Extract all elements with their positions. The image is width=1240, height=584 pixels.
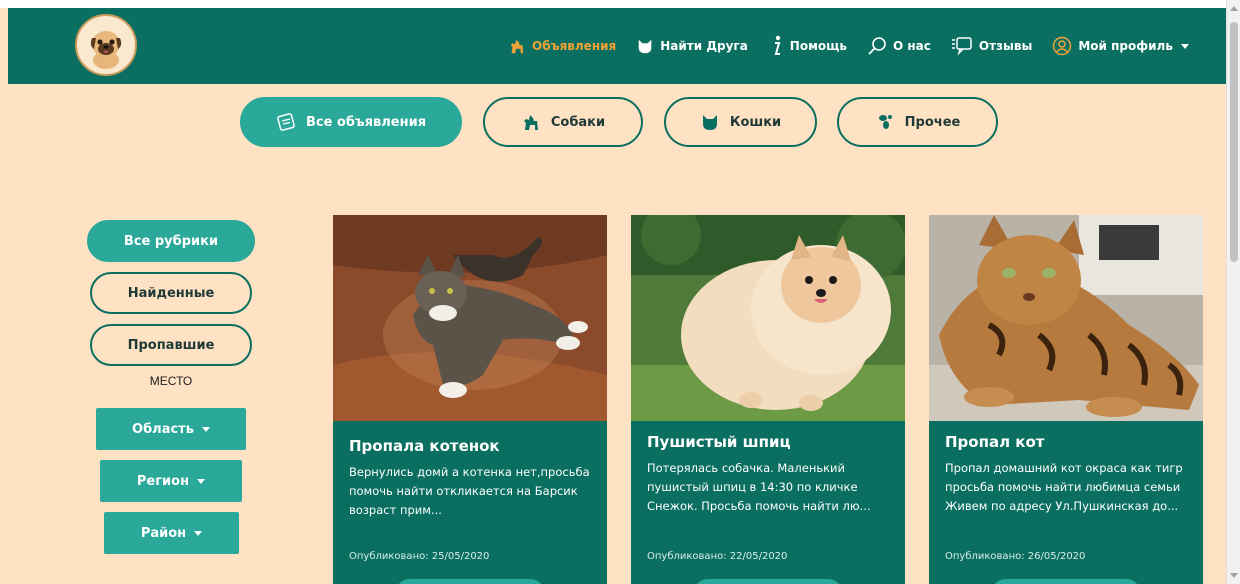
- dog-icon: [510, 39, 524, 54]
- nav-reviews-label: Отзывы: [978, 39, 1033, 53]
- ad-date: Опубликовано: 26/05/2020: [945, 551, 1086, 562]
- chevron-down-icon: [197, 478, 206, 484]
- ad-description: Вернулись домй а котенка нет,просьба пом…: [349, 465, 590, 517]
- ad-details-button[interactable]: [395, 579, 545, 584]
- rubric-lost-button[interactable]: Пропавшие: [90, 324, 252, 366]
- ad-photo-bengal-cat: [929, 215, 1203, 421]
- other-pets-icon: [878, 115, 892, 129]
- rubric-lost-label: Пропавшие: [127, 337, 215, 353]
- region-oblast-label: Область: [132, 421, 194, 437]
- scroll-down-icon[interactable]: [1230, 573, 1238, 578]
- category-all-ads-label: Все объявления: [305, 114, 427, 130]
- ad-details-button[interactable]: [693, 579, 843, 584]
- nav-ads-label: Объявления: [532, 39, 617, 53]
- ads-icon: [277, 113, 295, 131]
- nav-profile[interactable]: Мой профиль: [1052, 36, 1189, 56]
- category-dogs-label: Собаки: [550, 114, 606, 130]
- site-logo[interactable]: [75, 14, 137, 76]
- ad-card[interactable]: Пропала котенок Вернулись домй а котенка…: [333, 215, 607, 584]
- category-dogs-button[interactable]: Собаки: [483, 97, 643, 147]
- pug-logo-icon: [90, 31, 122, 69]
- nav-about-label: О нас: [893, 39, 931, 53]
- rubric-found-button[interactable]: Найденные: [90, 272, 252, 314]
- search-icon: [868, 37, 886, 55]
- category-all-ads-button[interactable]: Все объявления: [240, 97, 462, 147]
- scrollbar-thumb[interactable]: [1230, 22, 1238, 262]
- ad-description: Потерялась собачка. Маленький пушистый ш…: [647, 461, 871, 513]
- ad-photo-kitten: [333, 215, 607, 421]
- nav-help-label: Помощь: [789, 39, 847, 53]
- ad-description: Пропал домашний кот окраса как тигр прос…: [945, 461, 1183, 513]
- nav-profile-label: Мой профиль: [1078, 39, 1173, 53]
- info-icon: [774, 35, 781, 55]
- ad-card[interactable]: Пушистый шпиц Потерялась собачка. Малень…: [631, 215, 905, 584]
- region-oblast-dropdown[interactable]: Область: [96, 408, 246, 450]
- scroll-up-icon[interactable]: [1230, 6, 1238, 11]
- chevron-down-icon: [194, 530, 203, 536]
- nav-reviews[interactable]: Отзывы: [951, 36, 1032, 56]
- category-other-label: Прочее: [904, 114, 961, 130]
- chevron-down-icon: [1180, 43, 1189, 49]
- rubric-all-button[interactable]: Все рубрики: [87, 220, 255, 262]
- ad-date: Опубликовано: 22/05/2020: [647, 551, 788, 562]
- region-district-dropdown[interactable]: Район: [104, 512, 239, 554]
- category-cats-label: Кошки: [729, 114, 782, 130]
- category-other-button[interactable]: Прочее: [837, 97, 998, 147]
- ad-title[interactable]: Пропал кот: [945, 433, 1044, 451]
- ad-card[interactable]: Пропал кот Пропал домашний кот окраса ка…: [929, 215, 1203, 584]
- ad-details-button[interactable]: [991, 579, 1141, 584]
- rubric-found-label: Найденные: [127, 285, 215, 301]
- nav-ads[interactable]: Объявления: [508, 37, 616, 55]
- region-district-label: Район: [140, 525, 187, 541]
- user-icon: [1053, 36, 1072, 56]
- nav-help[interactable]: Помощь: [768, 35, 847, 57]
- window-top-strip: [0, 0, 1240, 8]
- region-region-label: Регион: [136, 473, 190, 489]
- top-navbar: Объявления Найти Друга Помощь О нас Отзы…: [8, 8, 1226, 84]
- chevron-down-icon: [201, 426, 210, 432]
- ad-title[interactable]: Пропала котенок: [349, 437, 500, 455]
- dog-icon: [523, 115, 538, 130]
- cat-icon: [702, 115, 717, 130]
- ad-date: Опубликовано: 25/05/2020: [349, 551, 490, 562]
- cat-icon: [638, 39, 652, 54]
- nav-find-friend-label: Найти Друга: [660, 39, 748, 53]
- place-label: МЕСТО: [149, 374, 193, 388]
- nav-about[interactable]: О нас: [867, 36, 931, 56]
- ad-photo-spitz: [631, 215, 905, 421]
- ad-title[interactable]: Пушистый шпиц: [647, 433, 791, 451]
- nav-find-friend[interactable]: Найти Друга: [636, 37, 748, 55]
- region-region-dropdown[interactable]: Регион: [100, 460, 242, 502]
- chat-icon: [951, 37, 972, 56]
- page-scrollbar[interactable]: [1226, 0, 1240, 584]
- category-cats-button[interactable]: Кошки: [664, 97, 817, 147]
- rubric-all-label: Все рубрики: [123, 233, 219, 249]
